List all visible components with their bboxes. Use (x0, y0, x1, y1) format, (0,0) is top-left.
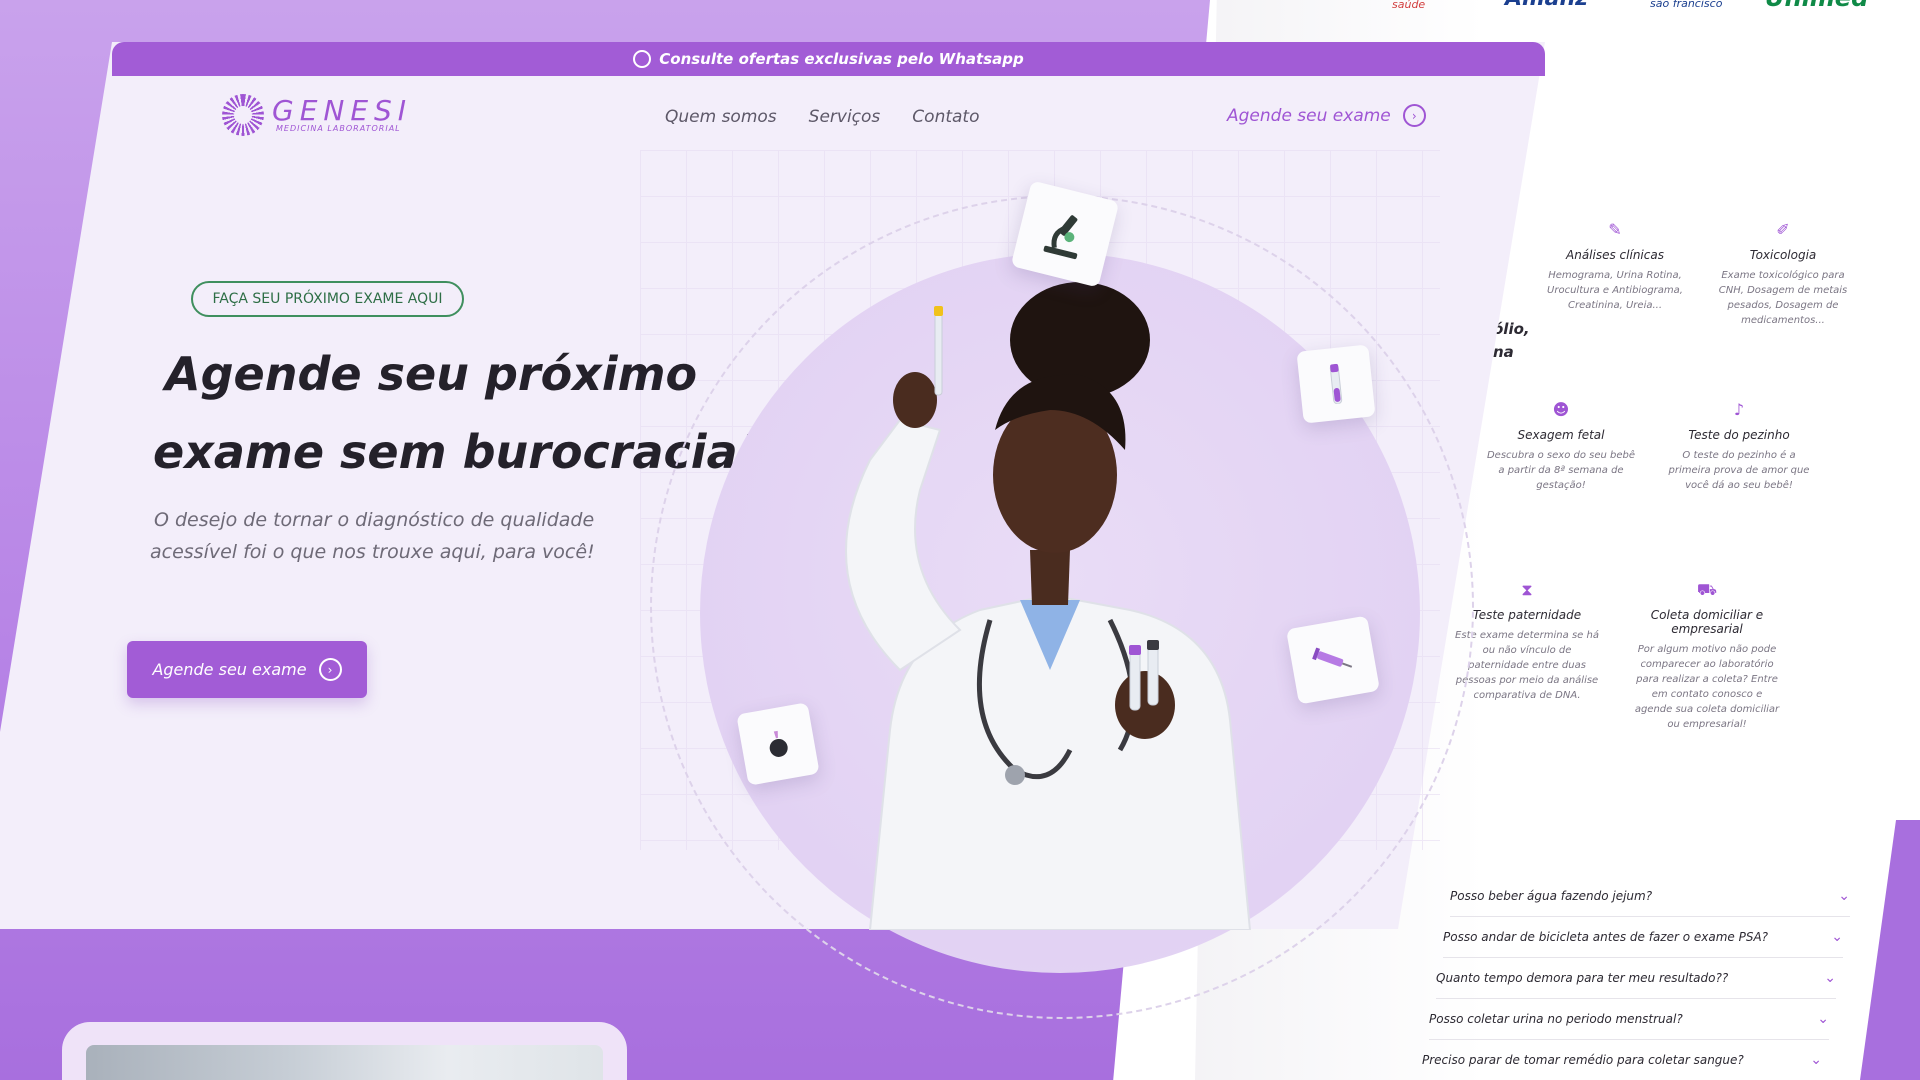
test-tube-icon (1329, 363, 1343, 405)
partner-logo: saúde (1392, 0, 1426, 11)
foot-icon: ♪ (1733, 400, 1745, 419)
header-schedule-label: Agende seu exame (1227, 105, 1391, 126)
chevron-down-icon[interactable]: ⌄ (1824, 970, 1836, 986)
genesi-logo[interactable]: GENESI MEDICINA LABORATORIAL (222, 94, 406, 138)
service-card[interactable]: ⧗ Teste paternidade Este exame determina… (1452, 580, 1602, 703)
doctor-photo (845, 282, 1252, 930)
faq-question: Posso coletar urina no periodo menstrual… (1429, 1012, 1683, 1026)
syringe-icon (1312, 647, 1353, 668)
service-title: Teste do pezinho (1688, 428, 1790, 442)
hero-subtitle: O desejo de tornar o diagnóstico de qual… (150, 504, 680, 568)
header-schedule-button[interactable]: Agende seu exame › (1227, 104, 1426, 127)
faq-question: Posso beber água fazendo jejum? (1450, 889, 1653, 903)
service-card[interactable]: ⛟ Coleta domiciliar e empresarial Por al… (1632, 580, 1782, 732)
bottom-section-photo (86, 1045, 603, 1080)
service-card[interactable]: ✎ Análises clínicas Hemograma, Urina Rot… (1540, 220, 1690, 313)
cut-off-text-line: na (1493, 343, 1514, 361)
arrow-right-icon: › (318, 658, 342, 681)
nav-link-servicos[interactable]: Serviços (809, 107, 881, 127)
partner-logo: Allianz (1505, 0, 1588, 11)
syringe-card (1286, 615, 1380, 705)
service-description: Por algum motivo não pode comparecer ao … (1634, 644, 1780, 730)
service-card[interactable]: ✐ Toxicologia Exame toxicológico para CN… (1708, 220, 1858, 328)
main-nav: Quem somos Serviços Contato (665, 107, 980, 127)
microscope-icon (1043, 215, 1078, 260)
logo-wordmark: GENESI (272, 94, 413, 127)
service-title: Teste paternidade (1472, 608, 1582, 622)
partner-logo: são francisco (1650, 0, 1723, 10)
service-title: Toxicologia (1749, 248, 1817, 262)
chevron-down-icon[interactable]: ⌄ (1810, 1052, 1822, 1068)
partner-logos: saúde Allianz são francisco Unimed (1380, 0, 1920, 18)
service-description: Exame toxicológico para CNH, Dosagem de … (1718, 270, 1848, 326)
hero-schedule-button[interactable]: Agende seu exame › (127, 641, 367, 698)
chevron-down-icon[interactable]: ⌄ (1838, 888, 1850, 904)
faq-item[interactable]: Preciso parar de tomar remédio para cole… (1422, 1040, 1822, 1080)
microscope-icon: ✎ (1608, 220, 1622, 239)
service-title: Análises clínicas (1566, 248, 1664, 262)
whatsapp-banner[interactable]: Consulte ofertas exclusivas pelo Whatsap… (112, 42, 1545, 76)
faq-item[interactable]: Quanto tempo demora para ter meu resulta… (1436, 958, 1836, 999)
partner-logo: Unimed (1765, 0, 1868, 12)
hero-subtitle-line: acessível foi o que nos trouxe aqui, par… (150, 541, 595, 563)
service-description: O teste do pezinho é a primeira prova de… (1668, 450, 1810, 491)
nav-link-contato[interactable]: Contato (912, 107, 979, 127)
service-title: Coleta domiciliar e empresarial (1650, 608, 1764, 636)
service-description: Hemograma, Urina Rotina, Urocultura e An… (1547, 270, 1683, 311)
hero-schedule-label: Agende seu exame (152, 660, 307, 679)
blood-drop-card (736, 702, 820, 786)
dna-icon: ⧗ (1521, 580, 1533, 599)
faq-item[interactable]: Posso andar de bicicleta antes de fazer … (1443, 917, 1843, 958)
faq-question: Quanto tempo demora para ter meu resulta… (1436, 971, 1729, 985)
logo-mark-icon (222, 94, 264, 136)
blood-drop-icon (769, 730, 788, 757)
van-icon: ⛟ (1696, 580, 1718, 599)
service-description: Este exame determina se há ou não víncul… (1455, 630, 1599, 701)
hero-tag: FAÇA SEU PRÓXIMO EXAME AQUI (191, 281, 464, 317)
faq-question: Posso andar de bicicleta antes de fazer … (1443, 930, 1769, 944)
logo-subtitle: MEDICINA LABORATORIAL (276, 124, 401, 133)
chevron-down-icon[interactable]: ⌄ (1817, 1011, 1829, 1027)
faq-item[interactable]: Posso beber água fazendo jejum? ⌄ (1450, 876, 1850, 917)
pipette-icon: ✐ (1776, 220, 1790, 239)
service-card[interactable]: ♪ Teste do pezinho O teste do pezinho é … (1664, 400, 1814, 493)
whatsapp-icon (633, 50, 652, 68)
hero-subtitle-line: O desejo de tornar o diagnóstico de qual… (154, 509, 595, 531)
cut-off-text: ólio, na (1493, 318, 1530, 364)
cut-off-text-line: ólio, (1493, 320, 1530, 338)
service-card[interactable]: ☻ Sexagem fetal Descubra o sexo do seu b… (1486, 400, 1636, 493)
baby-icon: ☻ (1552, 400, 1570, 419)
whatsapp-banner-text: Consulte ofertas exclusivas pelo Whatsap… (659, 50, 1024, 68)
service-title: Sexagem fetal (1517, 428, 1605, 442)
arrow-right-icon: › (1402, 104, 1426, 127)
test-tube-card (1296, 344, 1376, 424)
nav-link-quem-somos[interactable]: Quem somos (665, 107, 777, 127)
faq-question: Preciso parar de tomar remédio para cole… (1422, 1053, 1744, 1067)
service-description: Descubra o sexo do seu bebê a partir da … (1486, 450, 1636, 491)
landing-page-mockup: saúde Allianz são francisco Unimed ólio,… (0, 0, 1920, 1080)
faq-item[interactable]: Posso coletar urina no periodo menstrual… (1429, 999, 1829, 1040)
chevron-down-icon[interactable]: ⌄ (1831, 929, 1843, 945)
